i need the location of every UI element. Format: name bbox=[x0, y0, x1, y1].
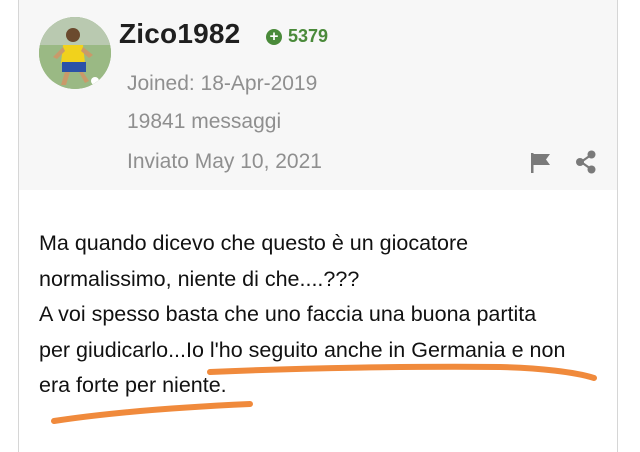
avatar[interactable] bbox=[39, 17, 111, 89]
post-content: Ma quando dicevo che questo è un giocato… bbox=[39, 226, 609, 404]
joined-date: Joined: 18-Apr-2019 bbox=[127, 72, 318, 95]
post-line: normalissimo, niente di che....??? bbox=[39, 266, 360, 291]
post-date[interactable]: Inviato May 10, 2021 bbox=[127, 150, 322, 174]
post-line: per giudicarlo...Io l'ho seguito anche i… bbox=[39, 337, 566, 362]
post-card: Zico1982 + 5379 Joined: 18-Apr-2019 1984… bbox=[18, 0, 618, 452]
post-line: era forte per niente. bbox=[39, 373, 227, 397]
flag-icon[interactable] bbox=[529, 152, 553, 174]
share-icon[interactable] bbox=[575, 150, 597, 174]
reputation-badge: + 5379 bbox=[266, 26, 328, 47]
post-line: Ma quando dicevo che questo è un giocato… bbox=[39, 231, 469, 255]
post-line: A voi spesso basta che uno faccia una bu… bbox=[39, 302, 537, 326]
reputation-count: 5379 bbox=[288, 26, 329, 46]
plus-circle-icon: + bbox=[266, 28, 282, 45]
message-count: 19841 messaggi bbox=[127, 110, 282, 133]
username[interactable]: Zico1982 bbox=[119, 18, 240, 50]
